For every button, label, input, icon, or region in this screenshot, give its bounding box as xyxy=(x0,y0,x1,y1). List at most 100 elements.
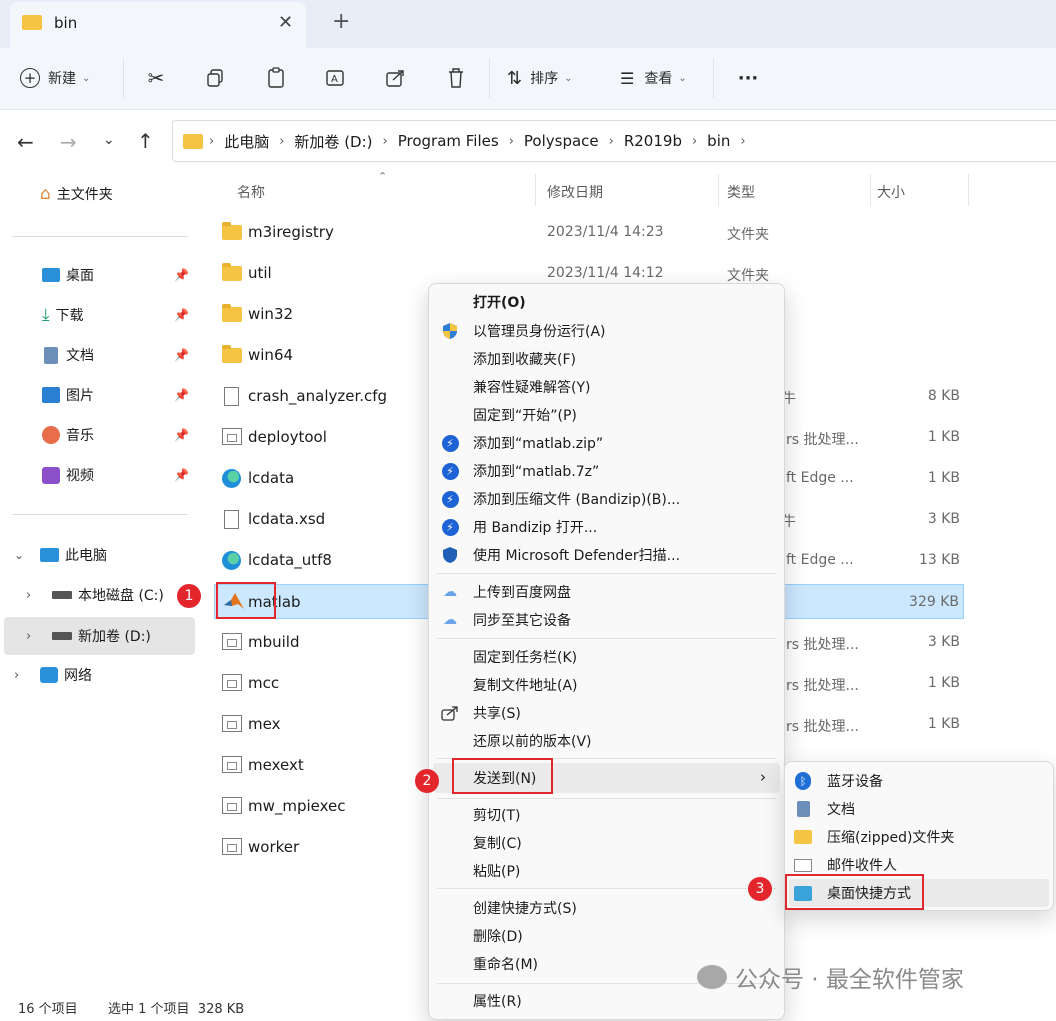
chevron-down-icon: ⌄ xyxy=(82,72,91,84)
menu-label: 使用 Microsoft Defender扫描... xyxy=(473,548,681,564)
pin-icon[interactable]: 📌 xyxy=(174,468,189,482)
sidebar-item-network[interactable]: › 网络 xyxy=(14,657,194,693)
watermark-text: 公众号 · 最全软件管家 xyxy=(735,967,964,993)
breadcrumb-bin[interactable]: bin xyxy=(707,132,730,150)
breadcrumb-program-files[interactable]: Program Files xyxy=(398,132,499,150)
music-icon xyxy=(42,426,60,444)
cut-icon[interactable]: ✂ xyxy=(143,62,169,94)
sidebar-item-drive-c[interactable]: › 本地磁盘 (C:) xyxy=(26,577,196,613)
forward-icon[interactable]: → xyxy=(60,130,77,154)
send-to-zip[interactable]: 压缩(zipped)文件夹 xyxy=(785,823,1053,851)
pin-icon[interactable]: 📌 xyxy=(174,308,189,322)
pin-icon[interactable]: 📌 xyxy=(174,268,189,282)
menu-item-delete[interactable]: 删除(D) xyxy=(429,922,784,950)
back-icon[interactable]: ← xyxy=(17,130,34,154)
pin-icon[interactable]: 📌 xyxy=(174,388,189,402)
command-bar: + 新建 ⌄ ✂ A ⇅ 排序 ⌄ ☰ 查看 ⌄ ··· xyxy=(0,48,1056,110)
breadcrumb-r2019b[interactable]: R2019b xyxy=(624,132,682,150)
view-button[interactable]: ☰ 查看 ⌄ xyxy=(620,62,700,94)
breadcrumb-drive-d[interactable]: 新加卷 (D:) xyxy=(294,131,372,152)
menu-item-copy[interactable]: 复制(C) xyxy=(429,829,784,857)
drive-icon xyxy=(52,591,72,599)
copy-icon[interactable] xyxy=(202,62,228,94)
sidebar-item-drive-d[interactable]: › 新加卷 (D:) xyxy=(4,617,195,655)
batch-file-icon xyxy=(222,674,242,691)
sidebar-item-label: 音乐 xyxy=(66,428,94,444)
rename-icon[interactable]: A xyxy=(323,62,349,94)
bandizip-icon: ⚡ xyxy=(441,490,459,508)
menu-item-share[interactable]: 共享(S) xyxy=(429,699,784,727)
menu-item-compatibility[interactable]: 兼容性疑难解答(Y) xyxy=(429,373,784,401)
menu-item-run-as-admin[interactable]: 以管理员身份运行(A) xyxy=(429,317,784,345)
menu-item-open[interactable]: 打开(O) xyxy=(429,288,784,316)
delete-icon[interactable] xyxy=(443,62,469,94)
menu-item-add-favorites[interactable]: 添加到收藏夹(F) xyxy=(429,345,784,373)
file-name: m3iregistry xyxy=(248,223,334,241)
share-icon[interactable] xyxy=(383,62,409,94)
column-size[interactable]: 大小 xyxy=(877,182,905,202)
annotation-box-desktop-shortcut xyxy=(785,874,924,910)
more-icon[interactable]: ··· xyxy=(735,62,761,94)
menu-item-add-archive[interactable]: ⚡ 添加到压缩文件 (Bandizip)(B)... xyxy=(429,485,784,513)
chevron-right-icon[interactable]: › xyxy=(26,629,44,644)
view-icon: ☰ xyxy=(620,68,635,88)
chevron-down-icon[interactable]: ⌄ xyxy=(14,548,32,562)
folder-icon xyxy=(222,345,242,363)
menu-item-baidu[interactable]: ☁ 上传到百度网盘 xyxy=(429,578,784,606)
column-date[interactable]: 修改日期 xyxy=(547,182,603,202)
pin-icon[interactable]: 📌 xyxy=(174,428,189,442)
sidebar-item-label: 下载 xyxy=(55,308,84,324)
new-tab-icon[interactable]: + xyxy=(332,9,350,34)
menu-item-pin-taskbar[interactable]: 固定到任务栏(K) xyxy=(429,643,784,671)
column-name[interactable]: 名称 xyxy=(237,182,265,202)
menu-label: 重命名(M) xyxy=(473,957,539,973)
menu-item-cut[interactable]: 剪切(T) xyxy=(429,801,784,829)
sidebar-item-videos[interactable]: 视频 📌 xyxy=(42,457,195,493)
breadcrumb-this-pc[interactable]: 此电脑 xyxy=(224,131,269,152)
item-count: 16 个项目 xyxy=(18,1002,78,1017)
annotation-badge-1: 1 xyxy=(177,584,201,608)
send-to-bluetooth[interactable]: ᛒ 蓝牙设备 xyxy=(785,767,1053,795)
desktop-icon xyxy=(42,268,60,282)
close-icon[interactable]: ✕ xyxy=(278,12,293,33)
batch-file-icon xyxy=(222,715,242,732)
file-size: 1 KB xyxy=(927,429,960,445)
sidebar-item-documents[interactable]: 文档 📌 xyxy=(42,337,195,373)
column-type[interactable]: 类型 xyxy=(727,182,755,202)
file-type: ft Edge ... xyxy=(786,470,854,486)
menu-item-add-7z[interactable]: ⚡ 添加到“matlab.7z” xyxy=(429,457,784,485)
new-button[interactable]: + 新建 ⌄ xyxy=(20,62,110,94)
tab-bin[interactable]: bin ✕ xyxy=(10,2,306,48)
breadcrumb-polyspace[interactable]: Polyspace xyxy=(524,132,599,150)
send-to-documents[interactable]: 文档 xyxy=(785,795,1053,823)
home-icon: ⌂ xyxy=(40,184,51,204)
menu-item-paste[interactable]: 粘贴(P) xyxy=(429,857,784,885)
mail-icon xyxy=(794,856,812,874)
batch-file-icon xyxy=(222,756,242,773)
menu-item-defender[interactable]: 使用 Microsoft Defender扫描... xyxy=(429,541,784,569)
menu-item-open-bandizip[interactable]: ⚡ 用 Bandizip 打开... xyxy=(429,513,784,541)
file-size: 329 KB xyxy=(909,594,959,610)
menu-item-copy-path[interactable]: 复制文件地址(A) xyxy=(429,671,784,699)
menu-item-create-shortcut[interactable]: 创建快捷方式(S) xyxy=(429,894,784,922)
file-row-m3iregistry[interactable]: m3iregistry 2023/11/4 14:23 文件夹 xyxy=(200,213,1056,253)
pin-icon[interactable]: 📌 xyxy=(174,348,189,362)
menu-item-sync[interactable]: ☁ 同步至其它设备 xyxy=(429,606,784,634)
chevron-right-icon[interactable]: › xyxy=(14,668,32,683)
paste-icon[interactable] xyxy=(263,62,289,94)
sidebar-item-pictures[interactable]: 图片 📌 xyxy=(42,377,195,413)
address-bar[interactable]: › 此电脑 › 新加卷 (D:) › Program Files › Polyspac… xyxy=(172,120,1056,162)
menu-item-add-zip[interactable]: ⚡ 添加到“matlab.zip” xyxy=(429,429,784,457)
sidebar-item-music[interactable]: 音乐 📌 xyxy=(42,417,195,453)
sidebar-item-home[interactable]: ⌂ 主文件夹 xyxy=(40,176,190,212)
menu-item-restore[interactable]: 还原以前的版本(V) xyxy=(429,727,784,755)
chevron-right-icon[interactable]: › xyxy=(26,588,44,603)
sort-button[interactable]: ⇅ 排序 ⌄ xyxy=(507,62,587,94)
up-icon[interactable]: ↑ xyxy=(137,129,154,153)
menu-item-pin-start[interactable]: 固定到“开始”(P) xyxy=(429,401,784,429)
sidebar-item-downloads[interactable]: ⤓ 下载 📌 xyxy=(42,297,195,333)
recent-chevron-icon[interactable]: ⌄ xyxy=(103,132,115,148)
sidebar-item-desktop[interactable]: 桌面 📌 xyxy=(42,257,195,293)
file-type: ft Edge ... xyxy=(786,552,854,568)
sidebar-item-this-pc[interactable]: ⌄ 此电脑 xyxy=(14,537,194,573)
